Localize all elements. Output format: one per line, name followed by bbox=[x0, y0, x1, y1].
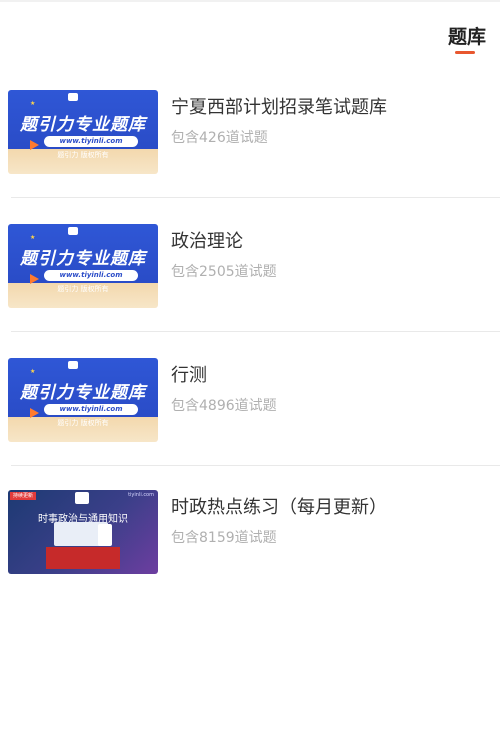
thumb-title: 题引力专业题库 bbox=[20, 115, 146, 135]
star-icon: ★ bbox=[30, 234, 36, 241]
arrow-icon bbox=[30, 274, 39, 284]
item-thumbnail: ★ 题引力专业题库 www.tiyinli.com 题引力 版权所有 bbox=[8, 224, 158, 308]
list-item[interactable]: 持续更新 tiyinli.com 时事政治与通用知识 时政热点练习（每月更新） … bbox=[0, 490, 500, 576]
thumb-title: 题引力专业题库 bbox=[20, 249, 146, 269]
tab-question-bank[interactable]: 题库 bbox=[448, 22, 486, 49]
item-title[interactable]: 宁夏西部计划招录笔试题库 bbox=[171, 93, 387, 119]
item-thumbnail: ★ 题引力专业题库 www.tiyinli.com 题引力 版权所有 bbox=[8, 90, 158, 174]
logo-icon bbox=[68, 93, 78, 101]
logo-icon bbox=[68, 361, 78, 369]
thumb-site: tiyinli.com bbox=[128, 492, 154, 498]
item-question-count: 包含2505道试题 bbox=[171, 264, 277, 280]
star-icon: ★ bbox=[30, 100, 36, 107]
arrow-icon bbox=[30, 408, 39, 418]
item-title[interactable]: 政治理论 bbox=[171, 227, 243, 253]
thumb-url: www.tiyinli.com bbox=[44, 270, 138, 281]
phone-graphic bbox=[98, 524, 112, 546]
divider bbox=[11, 331, 500, 332]
top-border bbox=[0, 0, 500, 2]
thumb-url: www.tiyinli.com bbox=[44, 136, 138, 147]
item-thumbnail: 持续更新 tiyinli.com 时事政治与通用知识 bbox=[8, 490, 158, 574]
thumb-title: 题引力专业题库 bbox=[20, 383, 146, 403]
thumb-copyright: 题引力 版权所有 bbox=[57, 151, 109, 159]
item-question-count: 包含4896道试题 bbox=[171, 398, 277, 414]
item-title[interactable]: 行测 bbox=[171, 361, 207, 387]
item-question-count: 包含426道试题 bbox=[171, 130, 268, 146]
thumb-badge: 持续更新 bbox=[10, 492, 37, 500]
list-item[interactable]: ★ 题引力专业题库 www.tiyinli.com 题引力 版权所有 行测 包含… bbox=[0, 358, 500, 444]
item-question-count: 包含8159道试题 bbox=[171, 530, 277, 546]
tab-active-indicator bbox=[455, 51, 475, 54]
logo-icon bbox=[68, 227, 78, 235]
star-icon: ★ bbox=[30, 368, 36, 375]
thumb-copyright: 题引力 版权所有 bbox=[57, 419, 109, 427]
arrow-icon bbox=[30, 140, 39, 150]
thumb-copyright: 题引力 版权所有 bbox=[57, 285, 109, 293]
item-thumbnail: ★ 题引力专业题库 www.tiyinli.com 题引力 版权所有 bbox=[8, 358, 158, 442]
thumb-url: www.tiyinli.com bbox=[44, 404, 138, 415]
item-title[interactable]: 时政热点练习（每月更新） bbox=[171, 493, 387, 519]
promo-bar bbox=[46, 547, 120, 569]
divider bbox=[11, 465, 500, 466]
list-item[interactable]: ★ 题引力专业题库 www.tiyinli.com 题引力 版权所有 政治理论 … bbox=[0, 224, 500, 310]
logo-icon bbox=[75, 492, 89, 504]
divider bbox=[11, 197, 500, 198]
list-item[interactable]: ★ 题引力专业题库 www.tiyinli.com 题引力 版权所有 宁夏西部计… bbox=[0, 90, 500, 176]
